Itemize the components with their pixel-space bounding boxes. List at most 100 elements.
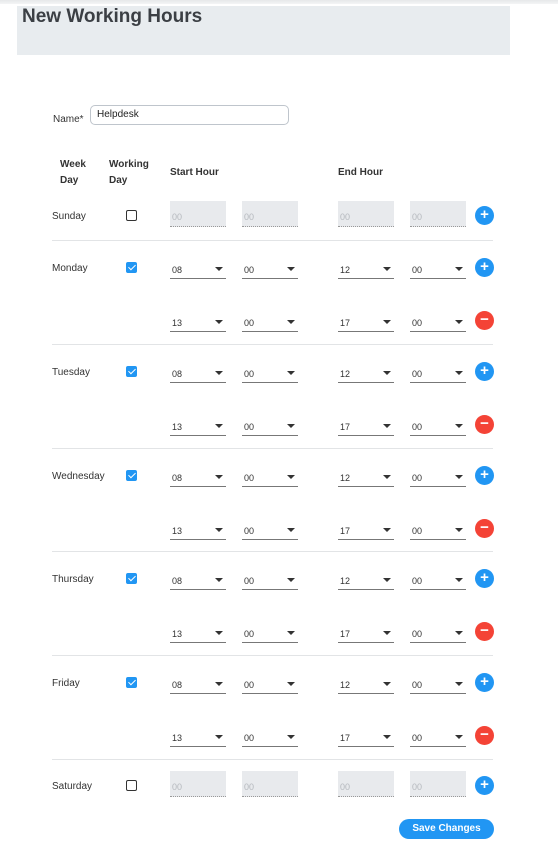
plus-icon[interactable]: + xyxy=(475,466,494,485)
save-changes-button[interactable]: Save Changes xyxy=(399,819,494,839)
row-divider xyxy=(52,759,493,760)
week-day-header: Week Day xyxy=(60,157,86,189)
chevron-down-icon xyxy=(383,320,391,324)
select-value: 12 xyxy=(340,265,351,275)
friday-shift1-start-h-select[interactable]: 08 xyxy=(170,674,226,694)
select-value: 00 xyxy=(244,733,255,743)
working-day-checkbox-saturday[interactable] xyxy=(126,780,137,791)
friday-shift1-end-h-select[interactable]: 12 xyxy=(338,674,394,694)
plus-icon[interactable]: + xyxy=(475,258,494,277)
week-day-header-line2: Day xyxy=(60,175,79,186)
tuesday-shift1-end-h-select[interactable]: 12 xyxy=(338,363,394,383)
thursday-shift1-start-h-select[interactable]: 08 xyxy=(170,570,226,590)
select-value: 00 xyxy=(244,629,255,639)
working-day-checkbox-friday[interactable] xyxy=(126,677,137,688)
wednesday-shift1-end-h-select[interactable]: 12 xyxy=(338,467,394,487)
select-value: 00 xyxy=(340,212,351,222)
chevron-down-icon xyxy=(455,528,463,532)
working-day-checkbox-thursday[interactable] xyxy=(126,573,137,584)
working-day-checkbox-monday[interactable] xyxy=(126,262,137,273)
chevron-down-icon xyxy=(215,682,223,686)
wednesday-shift2-end-m-select[interactable]: 00 xyxy=(410,520,466,540)
thursday-shift1-end-m-select[interactable]: 00 xyxy=(410,570,466,590)
chevron-down-icon xyxy=(287,267,295,271)
select-value: 00 xyxy=(244,422,255,432)
wednesday-shift2-start-h-select[interactable]: 13 xyxy=(170,520,226,540)
friday-shift2-end-h-select[interactable]: 17 xyxy=(338,727,394,747)
monday-shift2-end-m-select[interactable]: 00 xyxy=(410,312,466,332)
minus-icon[interactable]: − xyxy=(475,415,494,434)
monday-shift1-start-h-select[interactable]: 08 xyxy=(170,259,226,279)
saturday-start-h-disabled-select: 00 xyxy=(170,771,226,797)
monday-shift1-end-h-select[interactable]: 12 xyxy=(338,259,394,279)
monday-shift1-end-m-select[interactable]: 00 xyxy=(410,259,466,279)
friday-shift1-end-m-select[interactable]: 00 xyxy=(410,674,466,694)
plus-icon[interactable]: + xyxy=(475,776,494,795)
chevron-down-icon xyxy=(455,682,463,686)
monday-shift2-start-h-select[interactable]: 13 xyxy=(170,312,226,332)
thursday-shift2-start-h-select[interactable]: 13 xyxy=(170,623,226,643)
tuesday-shift2-end-h-select[interactable]: 17 xyxy=(338,416,394,436)
select-value: 00 xyxy=(244,576,255,586)
minus-icon[interactable]: − xyxy=(475,519,494,538)
day-name-monday: Monday xyxy=(52,263,88,274)
thursday-shift2-start-m-select[interactable]: 00 xyxy=(242,623,298,643)
saturday-start-m-disabled-select: 00 xyxy=(242,771,298,797)
tuesday-shift2-end-m-select[interactable]: 00 xyxy=(410,416,466,436)
thursday-shift1-end-h-select[interactable]: 12 xyxy=(338,570,394,590)
chevron-down-icon xyxy=(383,267,391,271)
wednesday-shift1-end-m-select[interactable]: 00 xyxy=(410,467,466,487)
thursday-shift2-end-m-select[interactable]: 00 xyxy=(410,623,466,643)
chevron-down-icon xyxy=(455,578,463,582)
tuesday-shift1-start-h-select[interactable]: 08 xyxy=(170,363,226,383)
day-name-wednesday: Wednesday xyxy=(52,471,105,482)
select-value: 08 xyxy=(172,473,183,483)
monday-shift2-end-h-select[interactable]: 17 xyxy=(338,312,394,332)
plus-icon[interactable]: + xyxy=(475,362,494,381)
select-value: 00 xyxy=(172,782,183,792)
chevron-down-icon xyxy=(383,578,391,582)
end-hour-header: End Hour xyxy=(338,167,383,178)
wednesday-shift1-start-m-select[interactable]: 00 xyxy=(242,467,298,487)
plus-icon[interactable]: + xyxy=(475,569,494,588)
select-value: 00 xyxy=(412,422,423,432)
name-input[interactable]: Helpdesk xyxy=(90,105,289,125)
day-name-sunday: Sunday xyxy=(52,211,86,222)
friday-shift2-start-m-select[interactable]: 00 xyxy=(242,727,298,747)
day-name-friday: Friday xyxy=(52,678,80,689)
friday-shift2-end-m-select[interactable]: 00 xyxy=(410,727,466,747)
select-value: 00 xyxy=(244,680,255,690)
wednesday-shift2-end-h-select[interactable]: 17 xyxy=(338,520,394,540)
thursday-shift2-end-h-select[interactable]: 17 xyxy=(338,623,394,643)
select-value: 00 xyxy=(412,680,423,690)
working-day-checkbox-tuesday[interactable] xyxy=(126,366,137,377)
wednesday-shift2-start-m-select[interactable]: 00 xyxy=(242,520,298,540)
monday-shift2-start-m-select[interactable]: 00 xyxy=(242,312,298,332)
monday-shift1-start-m-select[interactable]: 00 xyxy=(242,259,298,279)
tuesday-shift1-start-m-select[interactable]: 00 xyxy=(242,363,298,383)
row-divider xyxy=(52,551,493,552)
saturday-end-h-disabled-select: 00 xyxy=(338,771,394,797)
thursday-shift1-start-m-select[interactable]: 00 xyxy=(242,570,298,590)
saturday-end-m-disabled-select: 00 xyxy=(410,771,466,797)
chevron-down-icon xyxy=(215,578,223,582)
minus-icon[interactable]: − xyxy=(475,622,494,641)
tuesday-shift2-start-h-select[interactable]: 13 xyxy=(170,416,226,436)
tuesday-shift2-start-m-select[interactable]: 00 xyxy=(242,416,298,436)
friday-shift2-start-h-select[interactable]: 13 xyxy=(170,727,226,747)
chevron-down-icon xyxy=(287,320,295,324)
plus-icon[interactable]: + xyxy=(475,206,494,225)
minus-icon[interactable]: − xyxy=(475,311,494,330)
minus-icon[interactable]: − xyxy=(475,726,494,745)
friday-shift1-start-m-select[interactable]: 00 xyxy=(242,674,298,694)
working-day-checkbox-sunday[interactable] xyxy=(126,210,137,221)
tuesday-shift1-end-m-select[interactable]: 00 xyxy=(410,363,466,383)
plus-icon[interactable]: + xyxy=(475,673,494,692)
chevron-down-icon xyxy=(215,631,223,635)
select-value: 00 xyxy=(172,212,183,222)
start-hour-header: Start Hour xyxy=(170,167,219,178)
working-day-checkbox-wednesday[interactable] xyxy=(126,470,137,481)
select-value: 00 xyxy=(412,473,423,483)
wednesday-shift1-start-h-select[interactable]: 08 xyxy=(170,467,226,487)
working-day-header-line1: Working xyxy=(109,159,149,170)
